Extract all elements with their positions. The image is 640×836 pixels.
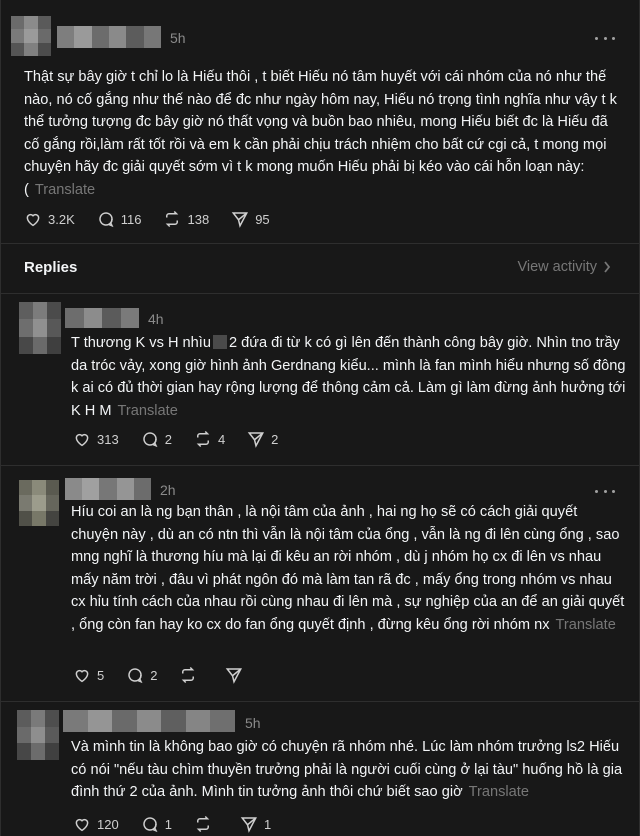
repost-icon: [182, 666, 195, 684]
translate-link[interactable]: Translate: [556, 617, 616, 633]
username-blurred[interactable]: [65, 478, 151, 500]
more-dots-icon[interactable]: [595, 31, 615, 45]
share-button[interactable]: 95: [231, 210, 270, 228]
translate-link[interactable]: Translate: [35, 182, 95, 198]
comment-button[interactable]: 2: [141, 430, 172, 448]
translate-link[interactable]: Translate: [469, 784, 529, 800]
reply-actions: 120 1 1: [73, 814, 293, 834]
reply-item: 2h Híu coi an là ng bạn thân , là nội tâ…: [1, 466, 640, 700]
post-actions: 3.2K 116 138 95: [24, 209, 292, 229]
blurred-emoji: [212, 335, 227, 349]
reply-actions: 313 2 4 2: [73, 429, 300, 449]
post-time: 5h: [170, 30, 186, 46]
share-button[interactable]: 1: [240, 815, 271, 833]
comment-count: 2: [150, 667, 158, 683]
username-blurred[interactable]: [57, 26, 161, 48]
repost-icon: [196, 815, 210, 833]
repost-icon: [166, 210, 179, 228]
view-activity-label: View activity: [517, 259, 597, 275]
comment-bubble-icon: [99, 212, 114, 228]
like-button[interactable]: 313: [73, 430, 119, 448]
comment-bubble-icon: [143, 432, 158, 448]
reply-actions: 5 2: [73, 665, 271, 685]
reply-text: Híu coi an là ng bạn thân , là nội tâm c…: [71, 501, 627, 636]
heart-icon: [26, 213, 40, 227]
share-count: 1: [263, 816, 272, 832]
like-count: 3.2K: [48, 211, 75, 227]
reply-item: 4h T thương K vs H nhìu 2 đứa đi từ k có …: [1, 294, 640, 464]
send-icon: [231, 212, 249, 228]
share-count: 95: [255, 211, 270, 227]
comment-count: 1: [164, 816, 172, 832]
comment-button[interactable]: 2: [126, 666, 157, 684]
translate-link[interactable]: Translate: [118, 403, 178, 419]
heart-icon: [75, 669, 89, 683]
repost-count: 138: [187, 211, 210, 227]
comment-button[interactable]: 1: [141, 815, 172, 833]
divider: [1, 243, 640, 244]
share-button[interactable]: [225, 666, 249, 684]
reply-time: 2h: [160, 482, 176, 498]
like-count: 313: [97, 431, 119, 447]
reply-item: 5h Và mình tin là không bao giờ có chuyệ…: [1, 702, 640, 836]
more-dots-icon[interactable]: [595, 484, 615, 498]
comment-count: 116: [120, 211, 142, 227]
avatar[interactable]: [11, 16, 51, 56]
repost-button[interactable]: 4: [194, 430, 225, 448]
username-blurred[interactable]: [65, 308, 139, 328]
send-icon: [240, 817, 257, 833]
like-button[interactable]: 120: [73, 815, 119, 833]
avatar[interactable]: [17, 710, 59, 760]
comment-button[interactable]: 116: [97, 210, 142, 228]
send-icon: [226, 668, 243, 684]
reply-text: Và mình tin là không bao giờ có chuyện r…: [71, 736, 627, 804]
like-count: 5: [97, 667, 105, 683]
like-button[interactable]: 3.2K: [24, 210, 75, 228]
view-activity-link[interactable]: View activity: [517, 259, 611, 275]
like-count: 120: [97, 816, 119, 832]
comment-count: 2: [164, 431, 172, 447]
comment-bubble-icon: [143, 817, 158, 833]
reply-time: 5h: [245, 715, 261, 731]
repost-count: 4: [217, 431, 226, 447]
avatar[interactable]: [19, 302, 61, 354]
like-button[interactable]: 5: [73, 666, 104, 684]
reply-body: Híu coi an là ng bạn thân , là nội tâm c…: [71, 504, 625, 633]
reply-body-part1: T thương K vs H nhìu: [71, 335, 211, 351]
repost-icon: [196, 430, 210, 448]
share-button[interactable]: 2: [247, 430, 278, 448]
chevron-right-icon: [604, 261, 611, 273]
reply-time: 4h: [148, 311, 164, 327]
replies-heading: Replies: [24, 259, 78, 276]
reply-body: Và mình tin là không bao giờ có chuyện r…: [71, 739, 623, 800]
avatar[interactable]: [19, 480, 59, 526]
heart-icon: [75, 818, 89, 832]
main-post: 5h Thật sự bây giờ t chỉ lo là Hiếu thôi…: [1, 0, 640, 240]
repost-button[interactable]: 138: [163, 210, 209, 228]
repost-button[interactable]: [194, 815, 218, 833]
comment-bubble-icon: [128, 668, 143, 684]
reply-text: T thương K vs H nhìu 2 đứa đi từ k có gì …: [71, 332, 627, 422]
username-blurred[interactable]: [63, 710, 235, 732]
repost-button[interactable]: [179, 666, 203, 684]
send-icon: [247, 432, 265, 448]
post-text: Thật sự bây giờ t chỉ lo là Hiếu thôi , …: [24, 66, 622, 201]
heart-icon: [75, 433, 89, 447]
share-count: 2: [271, 431, 279, 447]
post-body: Thật sự bây giờ t chỉ lo là Hiếu thôi , …: [24, 69, 617, 198]
thread-view: 5h Thật sự bây giờ t chỉ lo là Hiếu thôi…: [0, 0, 640, 836]
